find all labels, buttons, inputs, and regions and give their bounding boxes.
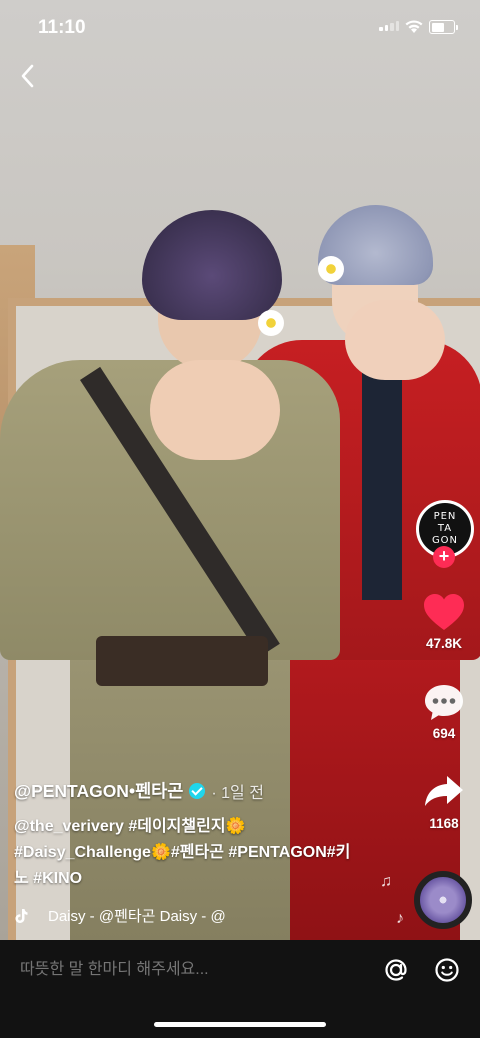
person-left-hair (142, 210, 282, 320)
description-line: 노 #KINO (14, 870, 83, 887)
verified-badge-icon (189, 782, 206, 799)
author-row: @PENTAGON•펜타곤 · 1일 전 (14, 778, 394, 803)
posted-time: · 1일 전 (211, 784, 264, 802)
avatar-logo-line: PEN (433, 511, 457, 522)
wifi-icon (405, 20, 423, 33)
heart-icon (424, 594, 464, 630)
description-line: #Daisy_Challenge🌼#펜타곤 #PENTAGON#키 (14, 844, 351, 861)
status-time: 11:10 (38, 17, 86, 38)
share-button[interactable]: 1168 (414, 772, 474, 831)
tiktok-note-icon (15, 908, 28, 923)
battery-fill (431, 22, 445, 32)
like-button[interactable]: 47.8K (414, 592, 474, 651)
battery-icon (429, 20, 458, 34)
person-left-belt (96, 636, 268, 686)
music-disc[interactable] (414, 871, 472, 929)
music-ticker[interactable]: Daisy - @펜타곤 Daisy - @ (14, 905, 354, 926)
mention-icon[interactable] (382, 956, 410, 984)
music-note-icon: ♫ (380, 873, 392, 890)
chevron-left-icon[interactable] (15, 62, 43, 90)
like-count: 47.8K (425, 636, 463, 651)
music-note-icon: ♪ (396, 910, 404, 927)
author-name[interactable]: @PENTAGON•펜타곤 (14, 778, 183, 803)
emoji-icon[interactable] (433, 956, 461, 984)
share-count: 1168 (429, 816, 459, 831)
share-arrow-icon (425, 776, 463, 806)
signal-icon (379, 21, 399, 31)
description-line: @the_verivery #데이지챌린지🌼 (14, 818, 246, 835)
music-title: Daisy - @펜타곤 Daisy - @ (48, 908, 226, 925)
avatar-logo-line: TA (437, 523, 453, 534)
daisy-flower (318, 256, 344, 282)
comment-input[interactable] (18, 960, 362, 980)
comment-icon (425, 685, 463, 720)
home-indicator (154, 1022, 326, 1027)
person-left-hands (150, 360, 280, 460)
video-description: @the_verivery #데이지챌린지🌼 #Daisy_Challenge🌼… (14, 814, 394, 892)
daisy-flower (258, 310, 284, 336)
follow-button[interactable]: + (433, 546, 455, 568)
person-right-hands (345, 300, 445, 380)
comment-button[interactable]: 694 (414, 682, 474, 741)
comment-count: 694 (432, 726, 456, 741)
status-bar: 11:10 (0, 0, 480, 54)
person-right-shirt (362, 360, 402, 600)
